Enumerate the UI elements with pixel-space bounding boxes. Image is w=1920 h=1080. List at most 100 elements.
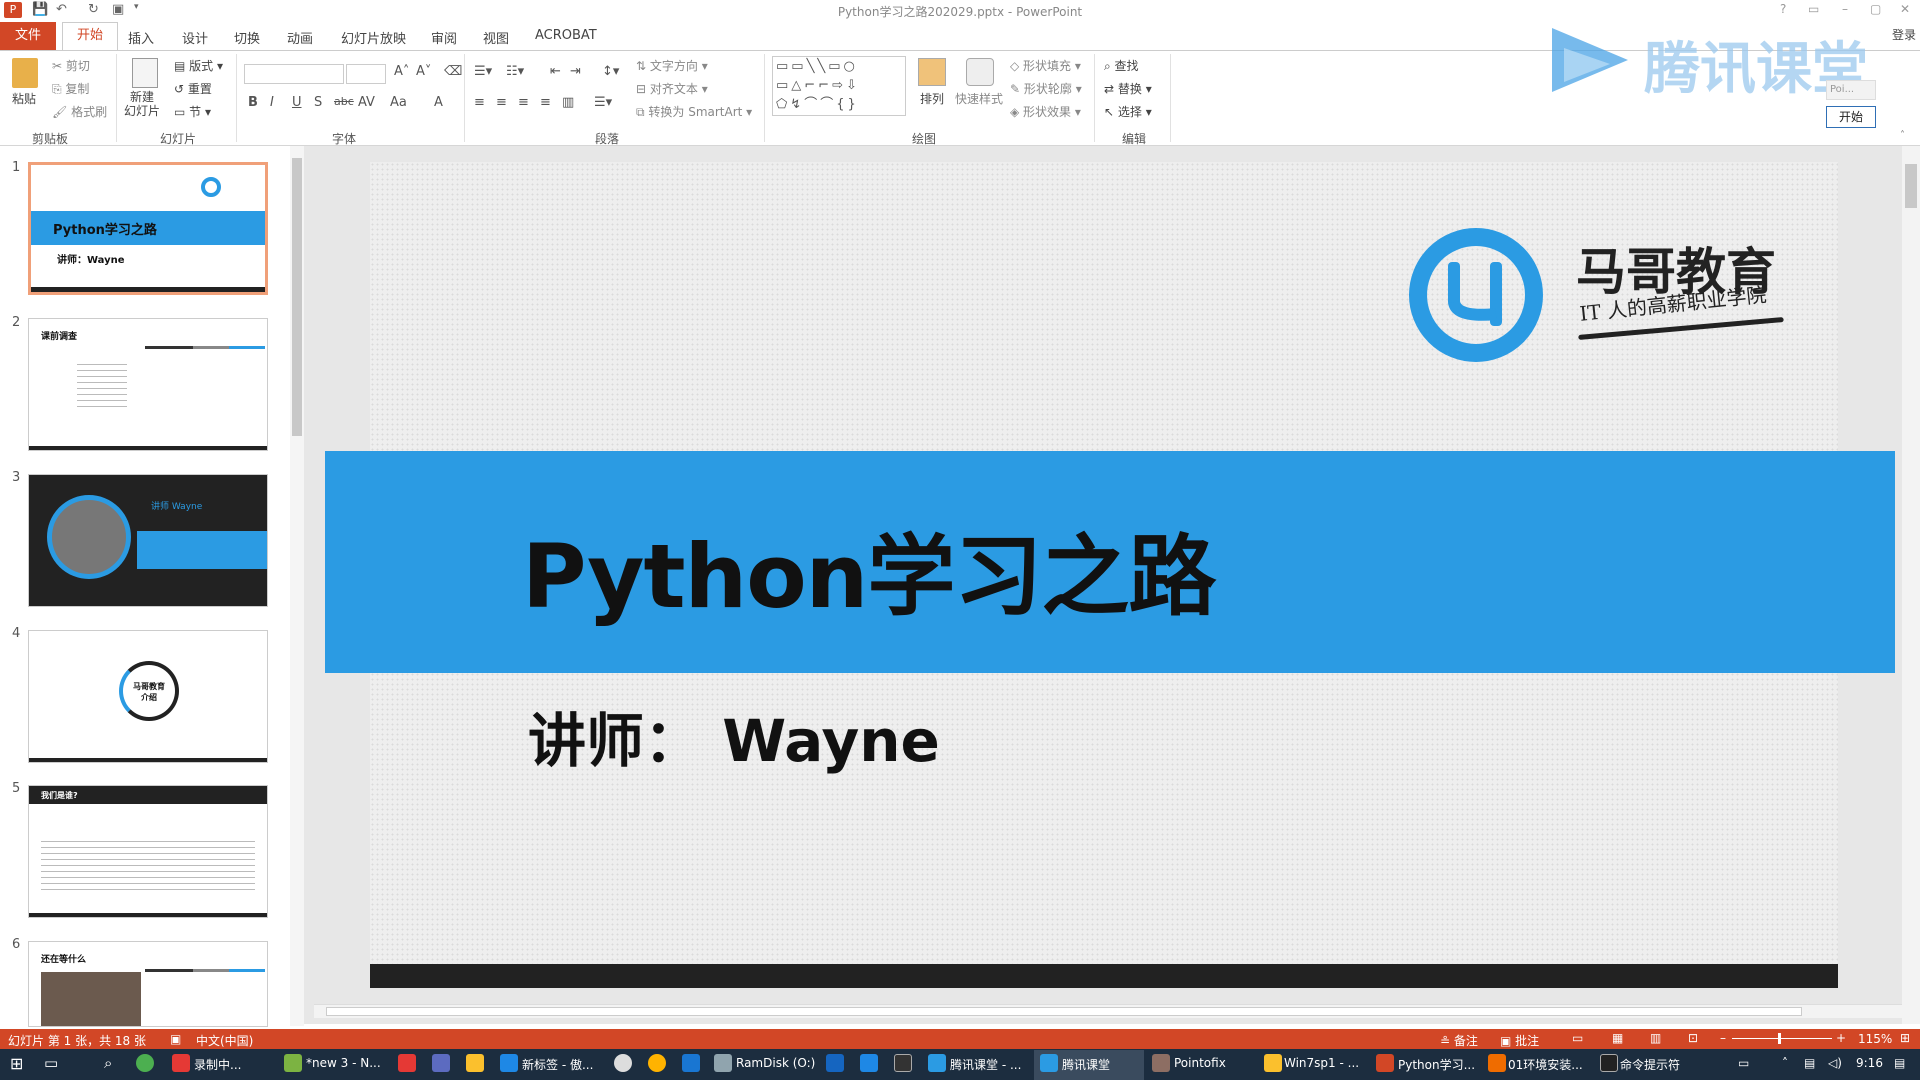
taskbar-app[interactable]: 腾讯课堂 [1062, 1056, 1110, 1073]
tab-file[interactable]: 文件 [0, 22, 56, 50]
bullets-icon[interactable]: ☰▾ [474, 64, 492, 79]
taskbar-app[interactable]: 01环境安装... [1508, 1056, 1583, 1073]
collapse-ribbon-icon[interactable]: ˄ [1900, 130, 1905, 141]
find-button[interactable]: ⌕ 查找 [1104, 57, 1139, 74]
tray-volume-icon[interactable]: ◁) [1828, 1056, 1842, 1070]
search-icon[interactable]: ⌕ [104, 1054, 112, 1072]
select-button[interactable]: ↖ 选择 ▾ [1104, 103, 1152, 120]
pointofix-start-button[interactable]: 开始 [1826, 106, 1876, 128]
shape-fill-button[interactable]: ◇ 形状填充 ▾ [1010, 57, 1081, 74]
tab-review[interactable]: 审阅 [431, 28, 457, 47]
align-distribute-icon[interactable]: ☰▾ [594, 95, 612, 110]
app-icon[interactable] [432, 1054, 450, 1072]
minimize-button[interactable]: – [1842, 2, 1848, 16]
columns-icon[interactable]: ▥ [562, 95, 574, 110]
arrange-button[interactable]: 排列 [920, 90, 944, 107]
taskbar-app[interactable]: 录制中... [194, 1056, 241, 1073]
notepad-icon[interactable] [284, 1054, 302, 1072]
clock[interactable]: 9:16 [1856, 1056, 1883, 1070]
justify-icon[interactable]: ≡ [540, 95, 551, 110]
format-painter-button[interactable]: 🖌 格式刷 [52, 103, 107, 120]
taskbar-app[interactable]: 命令提示符 [1620, 1056, 1680, 1073]
paste-icon[interactable] [12, 58, 38, 88]
tab-acrobat[interactable]: ACROBAT [535, 28, 597, 43]
italic-button[interactable]: I [270, 95, 274, 110]
taskbar-app[interactable]: 新标签 - 傲... [522, 1056, 593, 1073]
paste-button[interactable]: 粘贴 [12, 90, 36, 107]
shape-effects-button[interactable]: ◈ 形状效果 ▾ [1010, 103, 1081, 120]
tab-animations[interactable]: 动画 [287, 28, 313, 47]
align-text-button[interactable]: ⊟ 对齐文本 ▾ [636, 80, 708, 97]
tray-keyboard-icon[interactable]: ▭ [1738, 1056, 1749, 1070]
strikethrough-button[interactable]: abc [334, 95, 354, 108]
drive-icon[interactable] [714, 1054, 732, 1072]
spellcheck-icon[interactable]: ▣ [170, 1032, 181, 1046]
task-view-icon[interactable]: ▭ [44, 1054, 58, 1072]
app-icon[interactable] [398, 1054, 416, 1072]
taskbar-app[interactable]: 腾讯课堂 - ... [950, 1056, 1021, 1073]
quick-styles-button[interactable]: 快速样式 [955, 90, 1003, 107]
line-spacing-icon[interactable]: ↕▾ [602, 64, 619, 79]
tab-view[interactable]: 视图 [483, 28, 509, 47]
thumbnail-slide-4[interactable]: 马哥教育 介绍 [28, 630, 268, 763]
clear-format-icon[interactable]: ⌫ [444, 64, 462, 79]
new-slide-icon[interactable] [132, 58, 158, 88]
cut-button[interactable]: ✂ 剪切 [52, 57, 90, 74]
help-button[interactable]: ? [1780, 2, 1786, 16]
pycharm-icon[interactable] [894, 1054, 912, 1072]
char-spacing-button[interactable]: AV [358, 95, 375, 110]
thumbnail-slide-1[interactable]: Python学习之路 讲师：Wayne [28, 162, 268, 295]
pointofix-widget[interactable]: Poi... [1826, 80, 1876, 100]
bold-button[interactable]: B [248, 95, 258, 110]
notification-icon[interactable]: ▤ [1894, 1056, 1905, 1070]
slideshow-view-icon[interactable]: ⊡ [1688, 1031, 1698, 1045]
vscode-icon[interactable] [682, 1054, 700, 1072]
taskbar-app[interactable]: Python学习... [1398, 1056, 1475, 1073]
zoom-out-button[interactable]: – [1720, 1031, 1726, 1045]
tray-network-icon[interactable]: ▤ [1804, 1056, 1815, 1070]
grow-font-icon[interactable]: A˄ [394, 64, 409, 79]
pointofix-icon[interactable] [1152, 1054, 1170, 1072]
cmd-icon[interactable] [1600, 1054, 1618, 1072]
zoom-in-button[interactable]: + [1836, 1031, 1846, 1045]
app-icon[interactable] [1488, 1054, 1506, 1072]
comments-button[interactable]: ▣ 批注 [1500, 1032, 1539, 1049]
app-icon[interactable] [826, 1054, 844, 1072]
increase-indent-icon[interactable]: ⇥ [570, 64, 581, 79]
underline-button[interactable]: U [292, 95, 302, 110]
reading-view-icon[interactable]: ▥ [1650, 1031, 1661, 1045]
vertical-scrollbar[interactable] [1902, 146, 1920, 1024]
language-status[interactable]: 中文(中国) [196, 1032, 253, 1049]
change-case-button[interactable]: Aa [390, 95, 407, 110]
fit-slide-icon[interactable]: ⊞ [1900, 1031, 1910, 1045]
close-button[interactable]: ✕ [1900, 2, 1910, 16]
shape-outline-button[interactable]: ✎ 形状轮廓 ▾ [1010, 80, 1082, 97]
powerpoint-icon[interactable] [1376, 1054, 1394, 1072]
app-icon[interactable] [648, 1054, 666, 1072]
tab-design[interactable]: 设计 [182, 28, 208, 47]
tencent-class-icon[interactable] [1040, 1054, 1058, 1072]
section-button[interactable]: ▭ 节 ▾ [174, 103, 211, 120]
font-color-button[interactable]: A [434, 95, 443, 110]
maximize-button[interactable]: ▢ [1870, 2, 1881, 16]
font-size-combobox[interactable] [346, 64, 386, 84]
smartart-button[interactable]: ⧉ 转换为 SmartArt ▾ [636, 103, 752, 120]
slide-sorter-icon[interactable]: ▦ [1612, 1031, 1623, 1045]
scrollbar-thumb[interactable] [326, 1007, 1802, 1016]
tencent-class-icon[interactable] [928, 1054, 946, 1072]
thumbnail-scrollbar[interactable] [290, 146, 304, 1026]
scrollbar-thumb[interactable] [1905, 164, 1917, 208]
copy-button[interactable]: ⎘ 复制 [52, 80, 89, 97]
vmware-icon[interactable] [1264, 1054, 1282, 1072]
mage-logo-icon[interactable] [1408, 228, 1544, 362]
thumbnail-slide-2[interactable]: 课前调查 [28, 318, 268, 451]
shapes-gallery[interactable]: ▭▭╲╲▭○ ▭△⌐⌐⇨⇩ ⬠↯⌒⌒{} [772, 56, 906, 116]
app-icon[interactable] [466, 1054, 484, 1072]
taskbar-app[interactable]: Win7sp1 - ... [1284, 1056, 1359, 1070]
notes-button[interactable]: ≗ 备注 [1440, 1032, 1478, 1049]
horizontal-scrollbar[interactable] [314, 1004, 1902, 1018]
thumbnail-slide-5[interactable]: 我们是谁? [28, 785, 268, 918]
align-right-icon[interactable]: ≡ [518, 95, 529, 110]
zoom-slider-handle[interactable] [1778, 1033, 1781, 1044]
new-slide-button[interactable]: 新建 幻灯片 [124, 90, 160, 118]
